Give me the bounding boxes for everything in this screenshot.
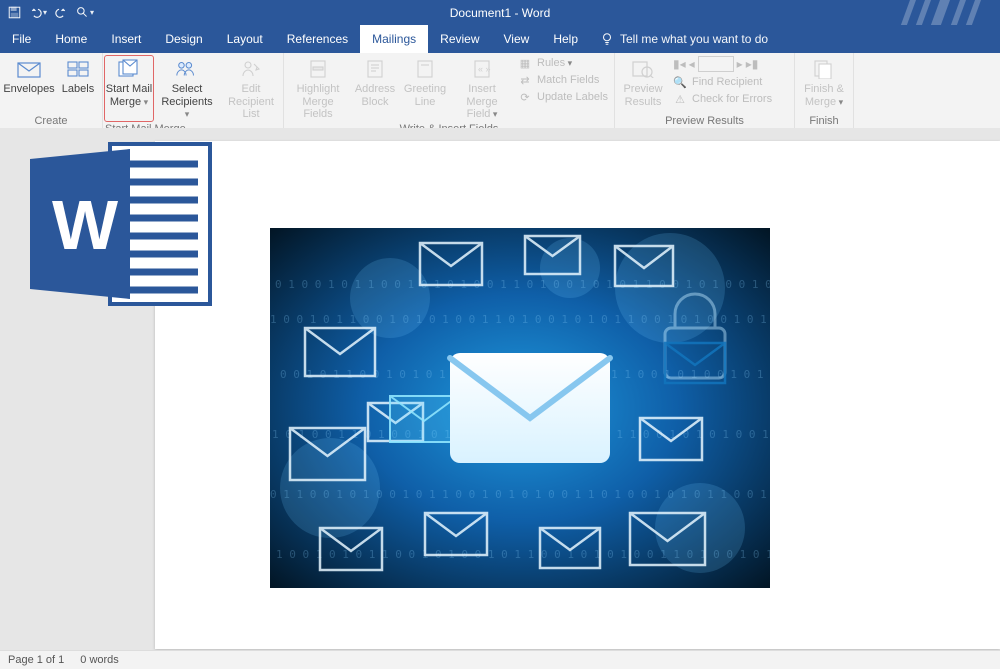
group-finish-label: Finish: [809, 113, 838, 128]
tab-help[interactable]: Help: [541, 25, 590, 53]
tab-home[interactable]: Home: [43, 25, 99, 53]
rules-icon: ▦: [518, 56, 532, 70]
tab-view[interactable]: View: [492, 25, 542, 53]
tab-review[interactable]: Review: [428, 25, 491, 53]
finish-icon: [812, 57, 836, 81]
tab-mailings[interactable]: Mailings: [360, 25, 428, 53]
word-logo: W: [20, 134, 220, 314]
status-page[interactable]: Page 1 of 1: [8, 654, 64, 666]
highlight-label-2: Merge Fields: [290, 96, 346, 121]
title-bar: ▾ ▾ Document1 - Word: [0, 0, 1000, 25]
greeting-icon: [413, 57, 437, 81]
select-recipients-label-2: Recipients: [161, 96, 213, 121]
tab-file[interactable]: File: [0, 25, 43, 53]
edit-recipient-list-button: Edit Recipient List: [221, 56, 281, 121]
labels-icon: [66, 57, 90, 81]
finish-label-1: Finish &: [804, 83, 844, 96]
redo-icon[interactable]: [55, 6, 68, 19]
match-icon: ⇄: [518, 73, 532, 87]
group-write-insert: Highlight Merge Fields Address Block Gre…: [284, 53, 615, 128]
tab-insert[interactable]: Insert: [99, 25, 153, 53]
greeting-label-1: Greeting: [404, 83, 446, 96]
group-finish: Finish & Merge Finish: [795, 53, 854, 128]
insert-field-label-2: Field: [467, 108, 498, 121]
tab-references[interactable]: References: [275, 25, 360, 53]
preview-label-2: Results: [625, 96, 662, 109]
insert-field-icon: « »: [470, 57, 494, 81]
labels-label: Labels: [62, 83, 94, 96]
tabs-bar: File Home Insert Design Layout Reference…: [0, 25, 1000, 53]
svg-text:« »: « »: [478, 64, 491, 74]
finish-label-2: Merge: [805, 96, 843, 109]
find-recipient-button: 🔍Find Recipient: [673, 75, 788, 89]
edit-recipient-label-1: Edit: [242, 83, 261, 96]
record-navigation: ▮◂ ◂ ▸ ▸▮: [673, 56, 788, 72]
labels-button[interactable]: Labels: [60, 56, 96, 96]
group-preview-label: Preview Results: [665, 113, 744, 128]
select-recipients-label-1: Select: [172, 83, 203, 96]
update-labels-button: ⟳Update Labels: [518, 90, 608, 104]
status-bar: Page 1 of 1 0 words: [0, 650, 1000, 669]
quick-access-toolbar: ▾ ▾: [0, 6, 94, 19]
find-icon: 🔍: [673, 75, 687, 89]
rules-button: ▦Rules: [518, 56, 608, 70]
prev-record-icon: ◂: [689, 57, 695, 71]
save-icon[interactable]: [8, 6, 21, 19]
update-icon: ⟳: [518, 90, 532, 104]
tell-me[interactable]: Tell me what you want to do: [590, 25, 768, 53]
start-mail-merge-label-1: Start Mail: [106, 83, 152, 96]
preview-label-1: Preview: [623, 83, 662, 96]
envelopes-label: Envelopes: [3, 83, 54, 96]
touch-mode-icon[interactable]: ▾: [76, 6, 94, 19]
finish-merge-button: Finish & Merge: [801, 56, 847, 108]
recipients-icon: [175, 57, 199, 81]
svg-text:W: W: [52, 186, 118, 264]
address-label-2: Block: [362, 96, 389, 109]
highlight-icon: [306, 57, 330, 81]
group-create: Envelopes Labels Create: [0, 53, 103, 128]
insert-merge-field-button: « » Insert Merge Field: [454, 56, 510, 121]
record-number-field: [698, 56, 734, 72]
document-inserted-image[interactable]: 0 1 0 0 1 0 1 1 0 0 1 0 1 0 1 0 0 1 1 0 …: [270, 228, 770, 588]
check-errors-button: ⚠Check for Errors: [673, 92, 788, 106]
errors-icon: ⚠: [673, 92, 687, 106]
lightbulb-icon: [600, 32, 614, 46]
highlight-label-1: Highlight: [297, 83, 340, 96]
highlight-merge-fields-button: Highlight Merge Fields: [290, 56, 346, 121]
address-block-icon: [363, 57, 387, 81]
start-mail-merge-label-2: Merge: [110, 96, 148, 109]
decorative-shapes: [900, 0, 1000, 25]
greeting-line-button: Greeting Line: [404, 56, 446, 121]
preview-icon: [631, 57, 655, 81]
edit-recipient-label-2: Recipient List: [221, 96, 281, 121]
group-preview-results: Preview Results ▮◂ ◂ ▸ ▸▮ 🔍Find Recipien…: [615, 53, 795, 128]
address-label-1: Address: [355, 83, 395, 96]
document-title: Document1 - Word: [450, 6, 550, 20]
next-record-icon: ▸: [737, 57, 743, 71]
group-start-mail-merge: Start Mail Merge Select Recipients Edit …: [103, 53, 284, 128]
start-mail-merge-button[interactable]: Start Mail Merge: [105, 56, 153, 121]
status-words[interactable]: 0 words: [80, 654, 119, 666]
select-recipients-button[interactable]: Select Recipients: [161, 56, 213, 121]
tell-me-text: Tell me what you want to do: [620, 32, 768, 46]
group-create-label: Create: [34, 113, 67, 128]
undo-icon[interactable]: ▾: [29, 6, 47, 19]
address-block-button: Address Block: [354, 56, 396, 121]
ribbon: Envelopes Labels Create Start Mail Merge…: [0, 53, 1000, 129]
first-record-icon: ▮◂: [673, 57, 686, 71]
envelopes-button[interactable]: Envelopes: [6, 56, 52, 96]
tab-layout[interactable]: Layout: [215, 25, 275, 53]
tab-design[interactable]: Design: [153, 25, 214, 53]
match-fields-button: ⇄Match Fields: [518, 73, 608, 87]
insert-field-label-1: Insert Merge: [454, 83, 510, 108]
preview-results-button: Preview Results: [621, 56, 665, 108]
greeting-label-2: Line: [415, 96, 436, 109]
mail-merge-icon: [117, 57, 141, 81]
last-record-icon: ▸▮: [746, 57, 759, 71]
edit-recipient-icon: [239, 57, 263, 81]
envelope-icon: [17, 57, 41, 81]
